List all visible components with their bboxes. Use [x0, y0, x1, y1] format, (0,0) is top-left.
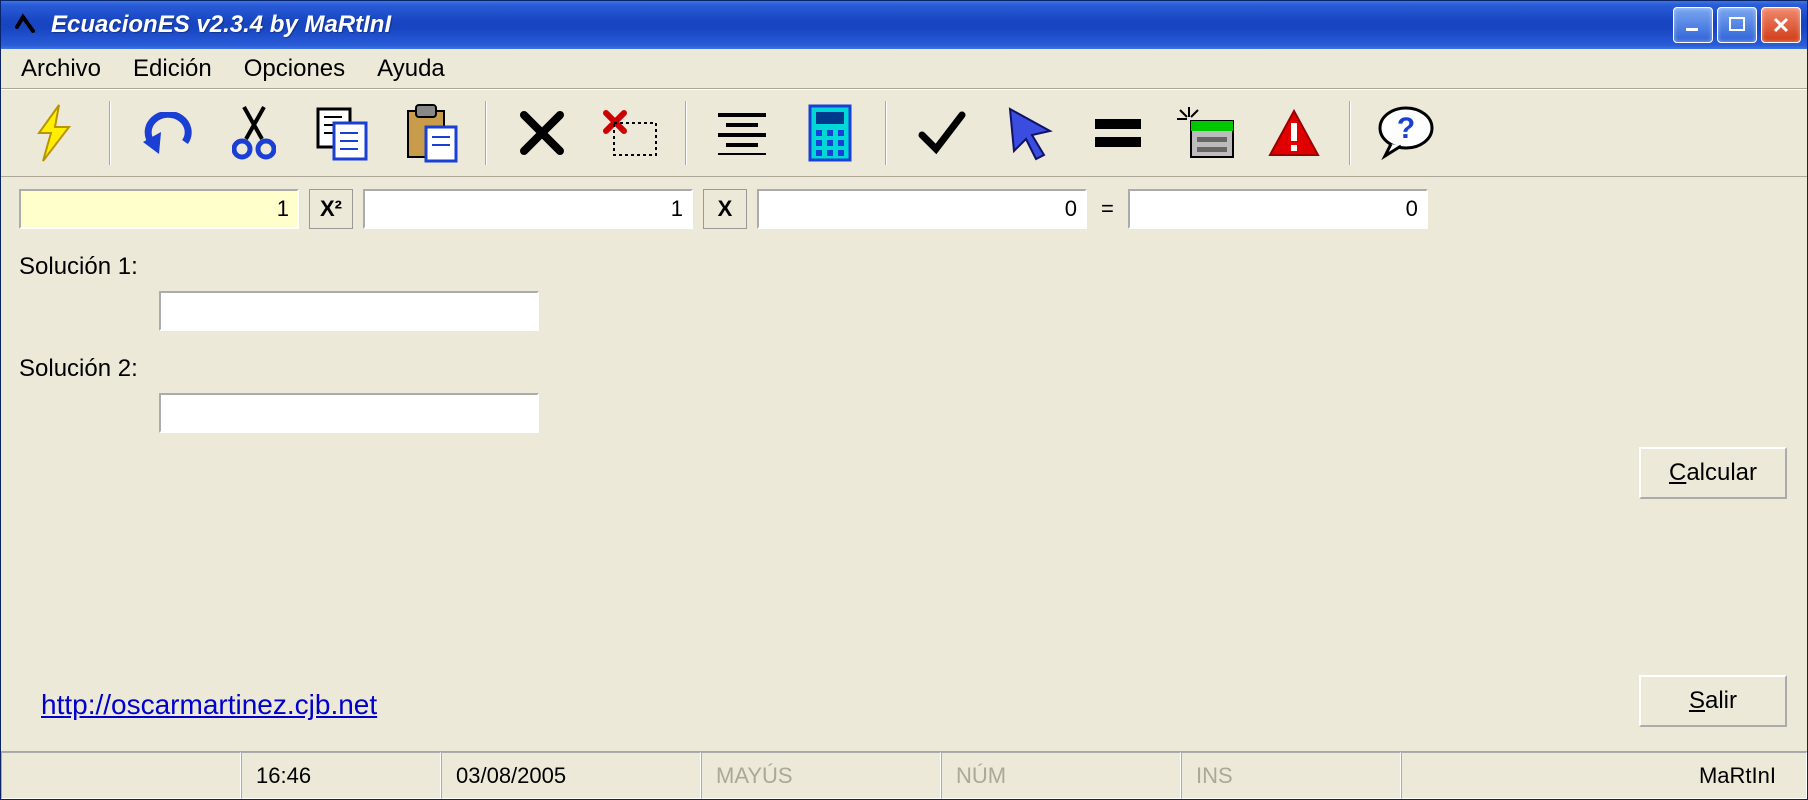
status-empty: [1, 752, 241, 799]
app-icon: [11, 11, 39, 39]
cursor-icon[interactable]: [987, 96, 1073, 170]
result-input[interactable]: [1128, 189, 1428, 229]
status-author: MaRtInI: [1401, 752, 1807, 799]
menu-edicion[interactable]: Edición: [119, 51, 226, 87]
paste-icon[interactable]: [387, 96, 473, 170]
window-controls: [1673, 7, 1801, 43]
menu-ayuda[interactable]: Ayuda: [363, 51, 459, 87]
equals-sign: =: [1097, 196, 1118, 222]
minimize-button[interactable]: [1673, 7, 1713, 43]
equation-row: X² X =: [19, 189, 1789, 229]
x-label: X: [703, 189, 747, 229]
titlebar: EcuacionES v2.3.4 by MaRtInI: [1, 1, 1807, 49]
solution2-input[interactable]: [159, 393, 539, 433]
equals-icon[interactable]: [1075, 96, 1161, 170]
status-time: 16:46: [241, 752, 441, 799]
separator: [1349, 101, 1351, 165]
close-button[interactable]: [1761, 7, 1801, 43]
solution2-block: Solución 2:: [19, 355, 1789, 433]
separator: [109, 101, 111, 165]
salir-button[interactable]: Salir: [1639, 675, 1787, 727]
coef-a-input[interactable]: [19, 189, 299, 229]
status-date: 03/08/2005: [441, 752, 701, 799]
separator: [885, 101, 887, 165]
solution1-label: Solución 1:: [19, 253, 1789, 281]
menu-archivo[interactable]: Archivo: [7, 51, 115, 87]
solution1-block: Solución 1:: [19, 253, 1789, 331]
delete-selection-icon[interactable]: [587, 96, 673, 170]
app-window: EcuacionES v2.3.4 by MaRtInI Archivo Edi…: [0, 0, 1808, 800]
separator: [485, 101, 487, 165]
warning-icon[interactable]: [1251, 96, 1337, 170]
toolbar: ?: [1, 89, 1807, 177]
solution1-input[interactable]: [159, 291, 539, 331]
status-ins: INS: [1181, 752, 1401, 799]
help-icon[interactable]: ?: [1363, 96, 1449, 170]
statusbar: 16:46 03/08/2005 MAYÚS NÚM INS MaRtInI: [1, 751, 1807, 799]
lightning-icon[interactable]: [11, 96, 97, 170]
status-num: NÚM: [941, 752, 1181, 799]
pointer-panel-icon[interactable]: [1163, 96, 1249, 170]
calculator-icon[interactable]: [787, 96, 873, 170]
justify-icon[interactable]: [699, 96, 785, 170]
solution2-label: Solución 2:: [19, 355, 1789, 383]
content-area: X² X = Solución 1: Solución 2: http://os…: [1, 177, 1807, 751]
svg-text:?: ?: [1397, 112, 1415, 145]
separator: [685, 101, 687, 165]
delete-icon[interactable]: [499, 96, 585, 170]
calcular-button[interactable]: Calcular: [1639, 447, 1787, 499]
coef-c-input[interactable]: [757, 189, 1087, 229]
window-title: EcuacionES v2.3.4 by MaRtInI: [51, 11, 1673, 39]
undo-icon[interactable]: [123, 96, 209, 170]
cut-icon[interactable]: [211, 96, 297, 170]
menubar: Archivo Edición Opciones Ayuda: [1, 49, 1807, 89]
maximize-button[interactable]: [1717, 7, 1757, 43]
status-caps: MAYÚS: [701, 752, 941, 799]
check-icon[interactable]: [899, 96, 985, 170]
salir-rest: alir: [1705, 687, 1737, 714]
copy-icon[interactable]: [299, 96, 385, 170]
x2-label: X²: [309, 189, 353, 229]
website-link[interactable]: http://oscarmartinez.cjb.net: [41, 689, 377, 721]
coef-b-input[interactable]: [363, 189, 693, 229]
calcular-rest: alcular: [1686, 459, 1757, 486]
menu-opciones[interactable]: Opciones: [230, 51, 359, 87]
